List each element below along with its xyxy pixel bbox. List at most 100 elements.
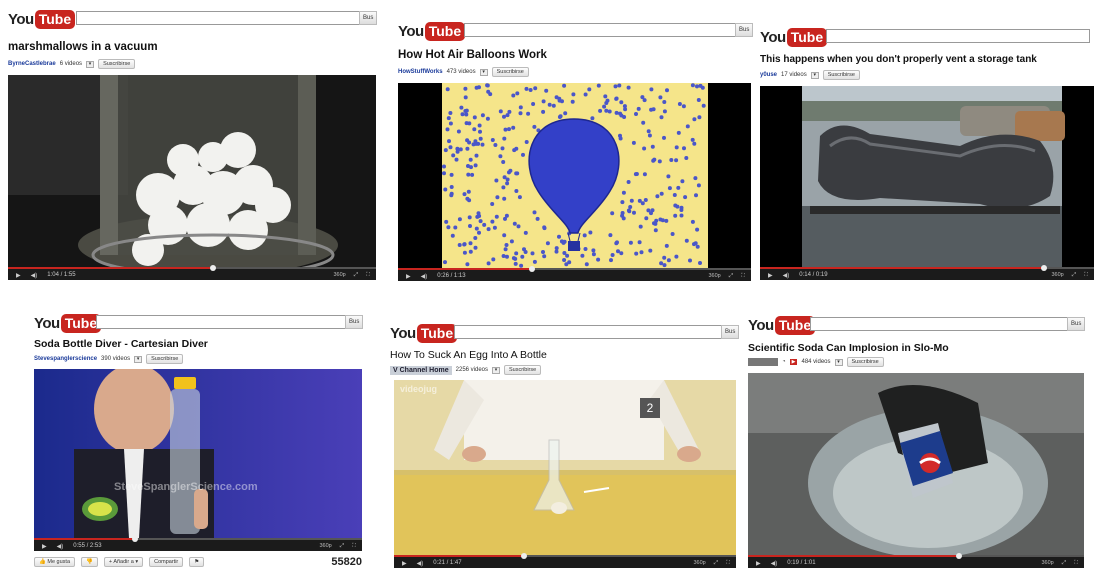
volume-icon[interactable]: ◀) (783, 272, 790, 279)
subscribe-button[interactable]: Suscribirse (822, 70, 860, 80)
expand-icon[interactable]: ⤢ (714, 560, 718, 567)
molecule-dot (541, 109, 546, 114)
molecule-dot (442, 171, 446, 176)
chevron-down-icon[interactable]: ▾ (134, 355, 143, 363)
flag-icon[interactable]: ⚑ (189, 557, 205, 567)
subscribe-button[interactable]: Suscribirse (491, 67, 529, 77)
search-input[interactable] (454, 325, 722, 339)
search-input[interactable] (76, 11, 360, 25)
channel-name[interactable]: HowStuffWorks (398, 69, 443, 75)
molecule-dot (505, 254, 509, 259)
video-player[interactable]: ▶ ◀) 0:14 / 0:19 360p ⤢ ⛶ (760, 86, 1094, 280)
expand-icon[interactable]: ⤢ (354, 272, 358, 279)
search-button[interactable]: Bus (721, 325, 740, 339)
channel-name[interactable]: Stevespanglerscience (34, 356, 97, 362)
progress-bar[interactable] (8, 265, 376, 271)
video-player[interactable]: ▶ ◀) 0:26 / 1:13 360p ⤢ ⛶ (398, 83, 751, 281)
video-title: How To Suck An Egg Into A Bottle (390, 349, 547, 361)
molecule-dot (662, 135, 666, 140)
progress-bar[interactable] (760, 265, 1094, 271)
subscribe-button[interactable]: Suscribirse (846, 357, 884, 367)
subscribe-button[interactable]: Suscribirse (98, 59, 136, 69)
youtube-logo[interactable]: You Tube (390, 322, 458, 344)
video-player[interactable]: videojug 2 ▶ ◀) 0:21 / 1:47 360p ⤢ ⛶ (394, 380, 736, 568)
quality-button[interactable]: 360p (1051, 272, 1063, 279)
quality-button[interactable]: 360p (693, 560, 705, 567)
fullscreen-icon[interactable]: ⛶ (741, 273, 745, 280)
expand-icon[interactable]: ⤢ (729, 273, 733, 280)
volume-icon[interactable]: ◀) (57, 543, 64, 550)
dislike-button[interactable]: 👎 (81, 557, 98, 567)
video-player[interactable]: SteveSpanglerScience.com ▶ ◀) 0:55 / 2:53 … (34, 369, 362, 551)
quality-button[interactable]: 360p (1041, 560, 1053, 567)
molecule-dot (695, 227, 700, 232)
search-button[interactable]: Bus (1067, 317, 1086, 331)
like-button[interactable]: 👍 Me gusta (34, 557, 76, 567)
volume-icon[interactable]: ◀) (421, 273, 428, 280)
subscribe-button[interactable]: Suscribirse (504, 365, 542, 375)
fullscreen-icon[interactable]: ⛶ (726, 560, 730, 567)
molecule-dot (620, 200, 625, 205)
subscribe-button[interactable]: Suscribirse (146, 354, 184, 364)
fullscreen-icon[interactable]: ⛶ (352, 543, 356, 550)
youtube-logo[interactable]: You Tube (8, 8, 76, 30)
play-icon[interactable]: ▶ (402, 560, 407, 567)
play-icon[interactable]: ▶ (406, 273, 411, 280)
molecule-dot (462, 192, 467, 197)
search-input[interactable] (96, 315, 346, 329)
molecule-dot (646, 129, 651, 134)
search-input[interactable] (826, 29, 1090, 43)
chevron-down-icon[interactable]: ▾ (834, 358, 843, 366)
video-player[interactable]: ▶ ◀) 0:19 / 1:01 360p ⤢ ⛶ (748, 373, 1084, 568)
search-button[interactable]: Bus (359, 11, 378, 25)
expand-icon[interactable]: ⤢ (1062, 560, 1066, 567)
expand-icon[interactable]: ⤢ (1072, 272, 1076, 279)
channel-name[interactable]: ByrneCastlebrae (8, 61, 56, 67)
molecule-dot (685, 124, 690, 129)
channel-avatar[interactable] (748, 358, 778, 366)
molecule-dot (513, 256, 518, 261)
volume-icon[interactable]: ◀) (417, 560, 424, 567)
progress-bar[interactable] (748, 553, 1084, 559)
share-button[interactable]: Compartir (149, 557, 184, 567)
play-icon[interactable]: ▶ (42, 543, 47, 550)
youtube-logo[interactable]: You Tube (398, 20, 466, 42)
molecule-dot (486, 89, 491, 94)
chevron-down-icon[interactable]: ▾ (479, 68, 488, 76)
play-icon[interactable]: ▶ (16, 272, 21, 279)
progress-bar[interactable] (34, 536, 362, 542)
search-input[interactable] (464, 23, 736, 37)
expand-icon[interactable]: ⤢ (340, 543, 344, 550)
quality-button[interactable]: 360p (708, 273, 720, 280)
chevron-down-icon[interactable]: ▾ (492, 366, 500, 374)
search-input[interactable] (810, 317, 1068, 331)
volume-icon[interactable]: ◀) (31, 272, 38, 279)
video-player[interactable]: ▶ ◀) 1:04 / 1:55 360p ⤢ ⛶ (8, 75, 376, 280)
add-to-button[interactable]: + Añadir a ▾ (103, 557, 144, 567)
channel-name[interactable]: V Channel Home (390, 365, 452, 375)
molecule-dot (674, 158, 679, 163)
search-button[interactable]: Bus (735, 23, 754, 37)
volume-icon[interactable]: ◀) (771, 560, 778, 567)
chevron-down-icon[interactable]: ▾ (810, 71, 819, 79)
fullscreen-icon[interactable]: ⛶ (1074, 560, 1078, 567)
fullscreen-icon[interactable]: ⛶ (366, 272, 370, 279)
fullscreen-icon[interactable]: ⛶ (1084, 272, 1088, 279)
quality-button[interactable]: 360p (319, 543, 331, 550)
molecule-dot (493, 143, 498, 147)
search-button[interactable]: Bus (345, 315, 364, 329)
molecule-dot (507, 170, 511, 175)
youtube-logo[interactable]: You Tube (760, 26, 828, 48)
youtube-logo[interactable]: You Tube (34, 312, 102, 334)
chevron-down-icon[interactable]: ▾ (86, 60, 95, 68)
youtube-logo[interactable]: You Tube (748, 314, 816, 336)
molecule-dot (445, 87, 450, 92)
progress-bar[interactable] (398, 266, 751, 272)
channel-name[interactable]: y0use (760, 72, 777, 78)
play-icon[interactable]: ▶ (756, 560, 761, 567)
play-icon[interactable]: ▶ (768, 272, 773, 279)
molecule-dot (507, 109, 512, 114)
progress-bar[interactable] (394, 553, 736, 559)
quality-button[interactable]: 360p (333, 272, 345, 279)
molecule-dot (626, 180, 631, 184)
